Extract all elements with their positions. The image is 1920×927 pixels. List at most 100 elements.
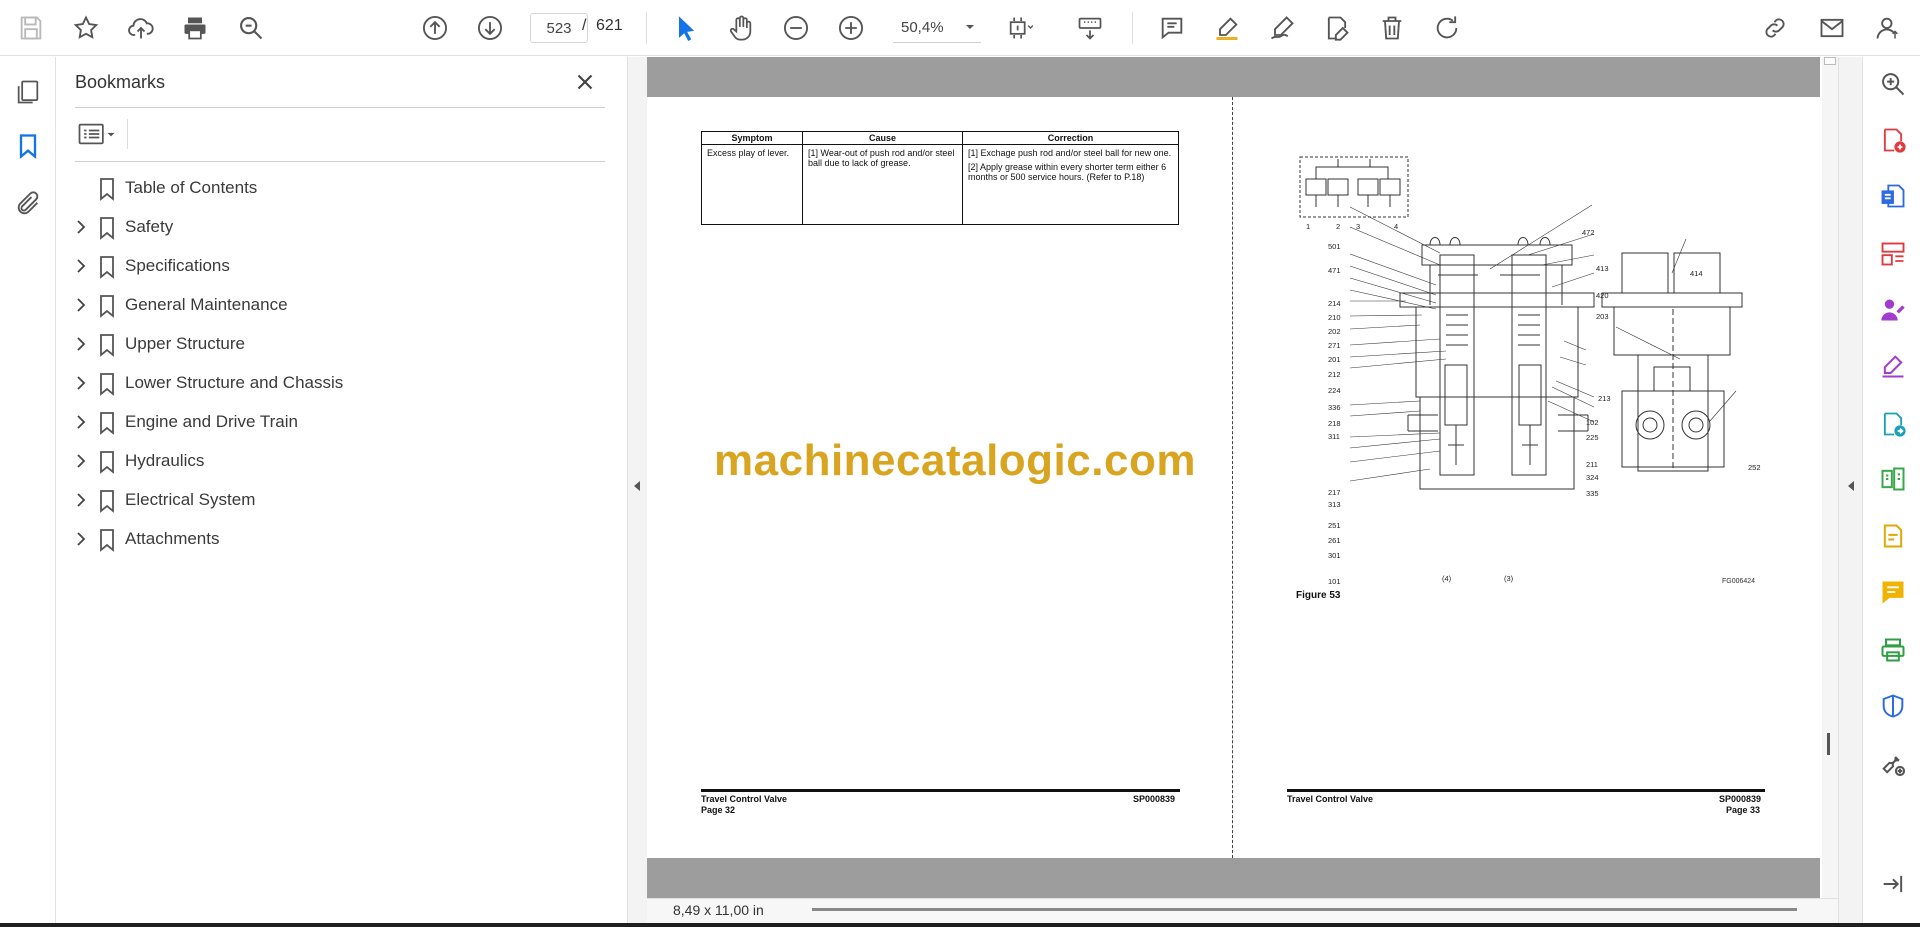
diagram-label: 471 [1328,266,1341,275]
chevron-right-icon[interactable] [71,256,91,276]
protect-icon[interactable] [1876,689,1910,723]
bookmark-label: Specifications [125,256,230,275]
list-options-icon [78,123,115,145]
bookmark-item[interactable]: Electrical System [57,481,617,520]
export-pdf-icon[interactable] [1876,179,1910,213]
bookmark-options-button[interactable] [75,119,123,149]
bookmark-label: Lower Structure and Chassis [125,373,344,392]
bookmark-icon [95,254,119,280]
toolbar-divider [1132,12,1133,44]
bookmark-item[interactable]: Safety [57,208,617,247]
diagram-label: 101 [1328,577,1341,585]
bookmark-item[interactable]: Hydraulics [57,442,617,481]
edit-text-icon[interactable] [1320,11,1354,45]
chevron-right-icon[interactable] [71,490,91,510]
more-tools-icon[interactable] [1876,519,1910,553]
diagram-label: 261 [1328,536,1341,545]
troubleshooting-table: Symptom Cause Correction Excess play of … [701,131,1179,225]
create-pdf-icon[interactable] [1876,123,1910,157]
chevron-right-icon[interactable] [71,451,91,471]
diagram-label: 212 [1328,370,1341,379]
chevron-right-icon[interactable] [71,217,91,237]
bookmark-icon [95,371,119,397]
diagram-label: 3 [1356,222,1360,231]
share-link-icon[interactable] [1758,11,1792,45]
figure-caption: Figure 53 [1296,590,1341,601]
send-for-review-icon[interactable] [1876,407,1910,441]
left-navigation-rail [0,57,56,923]
star-icon[interactable] [69,11,103,45]
request-signature-icon[interactable] [1876,293,1910,327]
collapse-tools-icon[interactable] [1876,867,1910,901]
zoom-dropdown-icon[interactable] [960,17,980,37]
comment-tool-icon[interactable] [1876,575,1910,609]
rotate-icon[interactable] [1430,11,1464,45]
scroll-mode-icon[interactable] [1073,11,1107,45]
page-fit-icon[interactable] [1003,11,1037,45]
footer-page-number: Page 32 [701,805,736,815]
compare-files-icon[interactable] [1876,462,1910,496]
scroll-up-button[interactable] [1824,57,1836,65]
page-number-input[interactable]: 523 [530,13,588,43]
correction-text: [1] Exchage push rod and/or steel ball f… [968,148,1172,158]
bookmark-item[interactable]: Lower Structure and Chassis [57,364,617,403]
page-thumbnails-icon[interactable] [11,75,45,109]
diagram-label: 224 [1328,386,1341,395]
bookmark-item[interactable]: Upper Structure [57,325,617,364]
table-cell: [1] Exchage push rod and/or steel ball f… [962,144,1179,225]
collapse-right-panel-icon[interactable] [1845,478,1857,494]
bookmark-icon [95,527,119,553]
save-icon[interactable] [14,11,48,45]
bookmark-item[interactable]: Table of Contents [57,169,617,208]
bookmark-item[interactable]: Specifications [57,247,617,286]
chevron-right-icon[interactable] [71,412,91,432]
cloud-upload-icon[interactable] [124,11,158,45]
bookmark-list: Table of Contents Safety Specifications … [57,169,617,559]
previous-page-icon[interactable] [418,11,452,45]
horizontal-scrollbar[interactable] [812,908,1797,911]
print-production-icon[interactable] [1876,633,1910,667]
chevron-right-icon[interactable] [71,529,91,549]
highlight-icon[interactable] [1210,11,1244,45]
correction-text: [2] Apply grease within every shorter te… [968,162,1167,182]
diagram-label: 271 [1328,341,1341,350]
select-cursor-icon[interactable] [669,11,703,45]
bookmark-item[interactable]: Engine and Drive Train [57,403,617,442]
toolbar-divider [646,12,647,44]
chevron-right-icon[interactable] [71,373,91,393]
symptom-text: Excess play of lever. [707,148,790,158]
email-icon[interactable] [1815,11,1849,45]
top-toolbar: 523 / 621 50,4% [0,0,1920,56]
diagram-label: 414 [1690,269,1703,278]
close-icon[interactable] [572,69,598,95]
zoom-out-icon[interactable] [779,11,813,45]
search-icon[interactable] [234,11,268,45]
delete-icon[interactable] [1375,11,1409,45]
attachments-icon[interactable] [11,187,45,221]
next-page-icon[interactable] [473,11,507,45]
chevron-right-icon[interactable] [71,295,91,315]
footer-rule [701,789,1180,792]
scrollbar-thumb[interactable] [1827,733,1830,755]
diagram-label: 201 [1328,355,1341,364]
zoom-search-icon[interactable] [1876,67,1910,101]
bookmark-item[interactable]: Attachments [57,520,617,559]
os-taskbar-edge [0,923,1920,927]
bookmarks-icon[interactable] [11,129,45,163]
account-icon[interactable] [1871,11,1905,45]
fill-sign-icon[interactable] [1876,349,1910,383]
chevron-right-icon[interactable] [71,334,91,354]
draw-icon[interactable] [1265,11,1299,45]
zoom-in-icon[interactable] [834,11,868,45]
organize-pages-icon[interactable] [1876,237,1910,271]
bookmark-icon [95,293,119,319]
table-header: Correction [962,131,1179,145]
comment-icon[interactable] [1155,11,1189,45]
print-icon[interactable] [178,11,212,45]
vertical-scrollbar[interactable] [1822,57,1838,910]
bookmark-item[interactable]: General Maintenance [57,286,617,325]
hand-tool-icon[interactable] [724,11,758,45]
customize-tools-icon[interactable] [1876,747,1910,781]
diagram-label: 210 [1328,313,1341,322]
collapse-left-panel-icon[interactable] [631,478,643,494]
